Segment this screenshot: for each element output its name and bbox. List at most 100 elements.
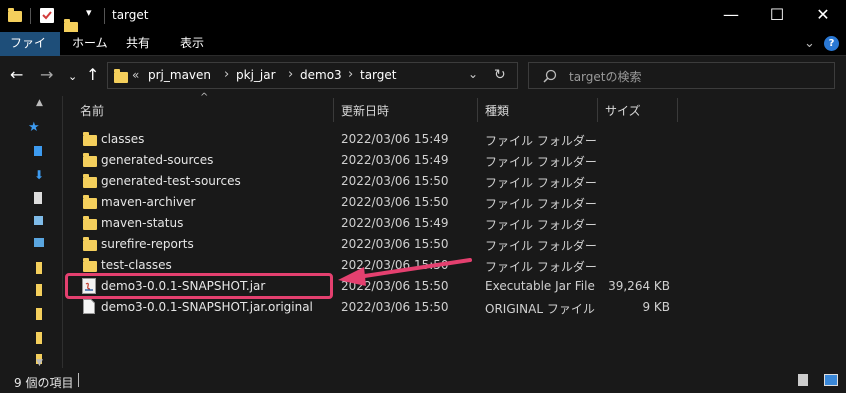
highlight-box [65,273,333,299]
file-date: 2022/03/06 15:50 [341,300,449,314]
folder-icon [83,258,97,272]
file-name: surefire-reports [101,237,194,251]
scroll-down-icon[interactable]: ▼ [36,358,43,368]
file-type: ファイル フォルダー [485,197,597,211]
tab-home[interactable]: ホーム [62,32,118,56]
downloads-icon[interactable]: ⬇ [34,168,44,182]
file-type: ファイル フォルダー [485,218,597,232]
search-box[interactable]: targetの検索 [528,62,835,89]
sort-ascending-icon: ^ [200,92,209,103]
window-title: target [112,8,149,22]
file-row[interactable]: maven-status 2022/03/06 15:49 ファイル フォルダー [70,213,690,234]
ribbon-tabs: ファイル ホーム 共有 表示 ⌄ ? [0,32,846,72]
file-date: 2022/03/06 15:49 [341,132,449,146]
address-bar[interactable]: « prj_maven › pkj_jar › demo3 › target ⌄… [107,62,518,89]
arrow-annotation [338,258,472,286]
desktop-icon[interactable] [34,146,42,156]
navigation-pane[interactable]: ★ ⬇ ▲ ▼ [22,96,62,368]
folder-icon [83,237,97,251]
separator [104,8,105,24]
recent-locations-icon[interactable]: ⌄ [68,67,77,87]
status-bar: 9 個の項目 [0,368,846,393]
expand-ribbon-icon[interactable]: ⌄ [804,36,815,51]
file-row[interactable]: generated-sources 2022/03/06 15:49 ファイル … [70,150,690,171]
file-size: 9 KB [642,300,670,314]
folder-icon [83,132,97,146]
folder-icon[interactable] [36,332,42,344]
minimize-button[interactable]: — [708,0,754,32]
maximize-button[interactable]: ☐ [754,0,800,32]
breadcrumb-item[interactable]: pkj_jar [236,68,276,82]
file-name: generated-sources [101,153,214,167]
folder-icon[interactable] [36,262,42,274]
column-header-date[interactable]: 更新日時 [341,100,389,122]
document-icon [83,299,95,314]
close-button[interactable]: ✕ [800,0,846,32]
column-header-type[interactable]: 種類 [485,100,509,122]
separator [30,8,31,24]
file-name: test-classes [101,258,172,272]
column-separator[interactable] [597,98,598,122]
file-row[interactable]: classes 2022/03/06 15:49 ファイル フォルダー [70,129,690,150]
chevron-right-icon[interactable]: › [288,67,293,82]
file-type: Executable Jar File [485,279,595,293]
large-icons-view-icon[interactable] [824,374,838,386]
address-dropdown-icon[interactable]: ⌄ [468,67,478,81]
documents-icon[interactable] [34,192,42,204]
pane-divider [62,96,63,368]
file-type: ORIGINAL ファイル [485,302,595,316]
folder-icon [8,8,22,22]
file-date: 2022/03/06 15:49 [341,216,449,230]
folder-icon[interactable] [36,308,42,320]
file-size: 39,264 KB [608,279,670,293]
column-header-size[interactable]: サイズ [605,100,641,122]
breadcrumb-item[interactable]: target [360,68,397,82]
title-bar: ▾ target — ☐ ✕ [0,0,846,33]
tab-file[interactable]: ファイル [0,32,60,72]
details-view-icon[interactable] [798,374,808,386]
folder-icon[interactable] [36,284,42,296]
file-type: ファイル フォルダー [485,134,597,148]
file-row[interactable]: maven-archiver 2022/03/06 15:50 ファイル フォル… [70,192,690,213]
file-name: classes [101,132,145,146]
tab-view[interactable]: 表示 [170,32,214,56]
scroll-up-icon[interactable]: ▲ [36,98,43,108]
breadcrumb-item[interactable]: prj_maven [148,68,211,82]
tab-share[interactable]: 共有 [116,32,160,56]
up-button[interactable]: ↑ [86,65,99,85]
file-type: ファイル フォルダー [485,239,597,253]
search-icon [543,69,557,83]
file-date: 2022/03/06 15:50 [341,174,449,188]
file-date: 2022/03/06 15:50 [341,195,449,209]
file-type: ファイル フォルダー [485,260,597,274]
breadcrumb-item[interactable]: demo3 [300,68,342,82]
forward-button[interactable]: → [40,65,53,85]
help-icon[interactable]: ? [824,36,839,51]
breadcrumb-overflow[interactable]: « [132,68,139,82]
column-separator[interactable] [477,98,478,122]
column-header-name[interactable]: 名前 [80,100,104,122]
refresh-icon[interactable]: ↻ [494,67,506,83]
chevron-right-icon[interactable]: › [224,67,229,82]
file-type: ファイル フォルダー [485,176,597,190]
customize-quick-access-icon[interactable]: ▾ [86,6,92,19]
file-name: maven-status [101,216,184,230]
properties-icon[interactable] [40,8,54,23]
pictures-icon[interactable] [34,216,43,225]
file-row[interactable]: demo3-0.0.1-SNAPSHOT.jar.original 2022/0… [70,297,690,318]
column-separator[interactable] [333,98,334,122]
this-pc-icon[interactable] [34,238,44,247]
chevron-right-icon[interactable]: › [348,67,353,82]
column-separator[interactable] [677,98,678,122]
back-button[interactable]: ← [10,65,23,85]
file-name: generated-test-sources [101,174,241,188]
file-name: demo3-0.0.1-SNAPSHOT.jar.original [101,300,313,314]
folder-icon [83,174,97,188]
folder-icon [83,216,97,230]
file-name: maven-archiver [101,195,196,209]
quick-access-icon[interactable]: ★ [28,120,40,135]
search-placeholder: targetの検索 [569,70,642,84]
file-row[interactable]: generated-test-sources 2022/03/06 15:50 … [70,171,690,192]
file-date: 2022/03/06 15:50 [341,237,449,251]
folder-icon [83,195,97,209]
